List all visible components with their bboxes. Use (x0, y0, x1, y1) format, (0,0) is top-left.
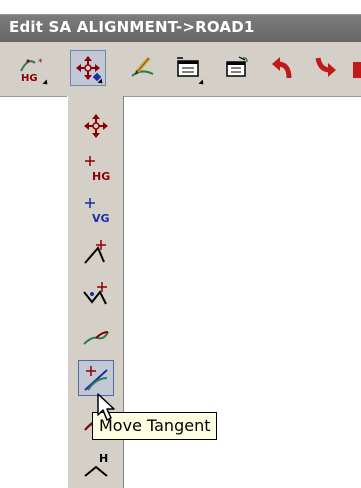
move-pi-icon (84, 240, 106, 264)
flyout-item-move-tangent[interactable] (78, 360, 114, 396)
move-pi-double-icon (83, 282, 107, 305)
hg-tool-button[interactable]: HG * (14, 50, 50, 87)
move-vg-icon: VG (85, 198, 110, 224)
flyout-item-move-pi[interactable] (78, 234, 114, 270)
move-curve-icon (83, 331, 109, 345)
flyout-item-move-hg[interactable]: HG (78, 150, 114, 186)
move-h-icon: H (84, 452, 108, 477)
table-window-icon (226, 56, 248, 77)
partial-tool-icon (353, 62, 361, 78)
flyout-item-move-vg[interactable]: VG (78, 192, 114, 228)
move-arrows-icon (76, 56, 102, 82)
pencil-curve-icon (131, 56, 154, 77)
redo-button[interactable] (308, 50, 344, 86)
svg-text:HG: HG (21, 73, 38, 82)
undo-arrow-icon (272, 57, 292, 79)
svg-text:VG: VG (92, 212, 110, 224)
hg-curve-icon: HG * (20, 58, 43, 82)
move-arrows-icon (84, 114, 108, 138)
flyout-item-move[interactable] (78, 108, 114, 144)
toolbar: HG * (0, 42, 361, 97)
undo-button[interactable] (265, 50, 301, 86)
window-title: Edit SA ALIGNMENT->ROAD1 (9, 18, 255, 36)
flyout-item-move-h[interactable]: H (78, 446, 114, 482)
move-tool-button[interactable] (70, 50, 106, 86)
properties-window-icon (177, 57, 199, 77)
next-tool-button[interactable] (352, 50, 361, 86)
move-hg-icon: HG (85, 156, 110, 182)
svg-text:*: * (38, 58, 43, 68)
flyout-item-move-pi-double[interactable] (78, 276, 114, 312)
table-tool-button[interactable] (219, 50, 255, 86)
edit-tool-button[interactable] (125, 50, 161, 86)
move-tangent-icon (84, 366, 108, 391)
window-titlebar[interactable]: Edit SA ALIGNMENT->ROAD1 (0, 14, 361, 42)
svg-text:H: H (99, 452, 108, 465)
redo-arrow-icon (315, 57, 336, 77)
mouse-cursor-icon (97, 393, 115, 421)
svg-text:HG: HG (92, 170, 110, 182)
flyout-item-move-curve[interactable] (78, 318, 114, 354)
properties-tool-button[interactable] (170, 50, 206, 87)
